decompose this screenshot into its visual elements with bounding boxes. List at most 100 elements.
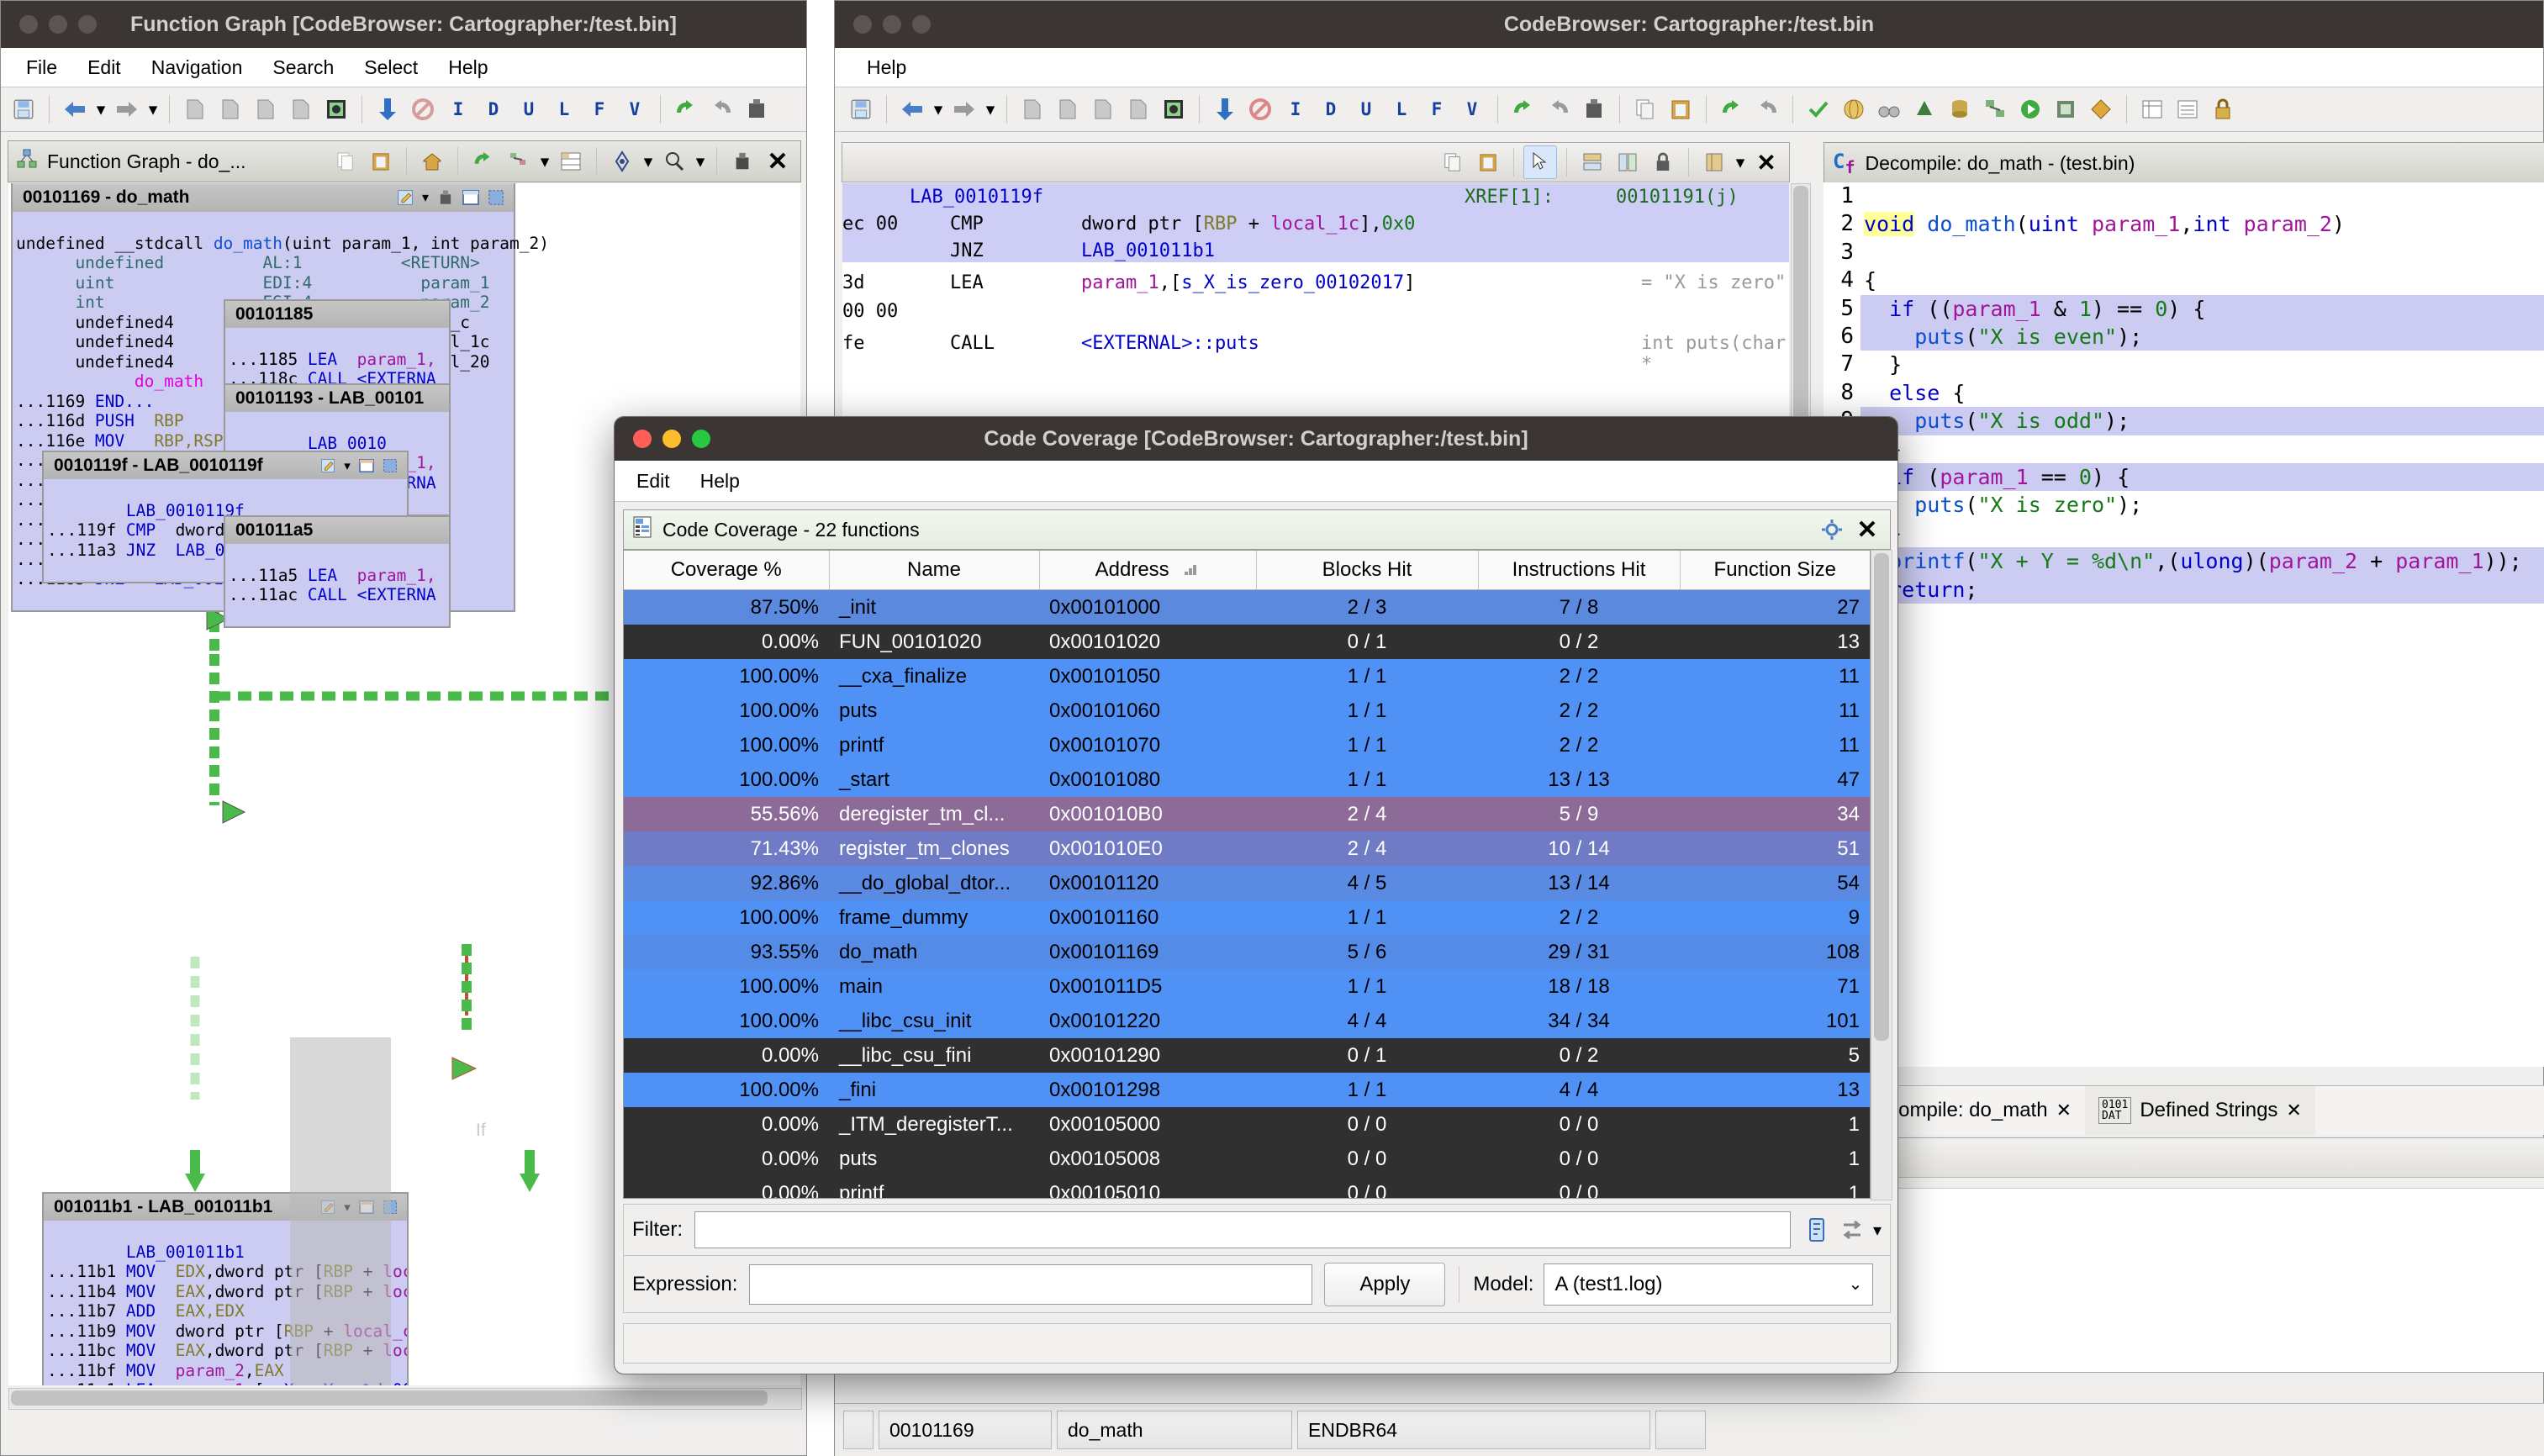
page-prev-icon[interactable]: [214, 93, 246, 125]
table-row[interactable]: 0.00% FUN_00101020 0x00101020 0 / 1 0 / 2 13: [624, 625, 1870, 659]
save-icon[interactable]: [845, 93, 877, 125]
graph-node-001011a5[interactable]: 001011a5 ...11a5 LEA param_1, ...11ac CA…: [224, 515, 451, 628]
decompile-line[interactable]: printf("X + Y = %d\n",(ulong)(param_2 + …: [1864, 547, 2522, 575]
copy-icon[interactable]: [1629, 93, 1661, 125]
graph-node-header[interactable]: 00101185: [225, 301, 449, 328]
db-icon[interactable]: [1944, 93, 1976, 125]
letter-l-icon[interactable]: L: [1385, 93, 1417, 125]
filter-input[interactable]: [694, 1211, 1791, 1248]
table-row[interactable]: 100.00% __libc_csu_init 0x00101220 4 / 4 34 …: [624, 1004, 1870, 1038]
decompile-line[interactable]: {: [1864, 266, 1876, 294]
redo-icon[interactable]: [705, 93, 737, 125]
minimize-button[interactable]: [662, 430, 681, 448]
diamond-icon[interactable]: [2085, 93, 2117, 125]
forward-arrow-icon[interactable]: [111, 93, 143, 125]
letter-f-icon[interactable]: F: [583, 93, 615, 125]
code-coverage-window-controls[interactable]: [633, 430, 710, 448]
save-icon[interactable]: [8, 93, 40, 125]
table-row[interactable]: 100.00% _start 0x00101080 1 / 1 13 / 13 47: [624, 762, 1870, 797]
scrollbar-thumb[interactable]: [1874, 553, 1889, 1041]
cursor-select-icon[interactable]: [1523, 145, 1557, 179]
table-row[interactable]: 0.00% puts 0x00105008 0 / 0 0 / 0 1: [624, 1142, 1870, 1176]
back-dropdown-icon[interactable]: ▾: [932, 93, 945, 125]
maximize-button[interactable]: [78, 15, 97, 34]
listing-lock-icon[interactable]: [1647, 146, 1679, 178]
menu-edit[interactable]: Edit: [72, 50, 136, 85]
page-last-icon[interactable]: [250, 93, 282, 125]
menu-navigation[interactable]: Navigation: [136, 50, 258, 85]
menu-help[interactable]: Help: [685, 463, 755, 499]
tab-close-icon[interactable]: ✕: [2286, 1100, 2301, 1121]
decompile-line[interactable]: if ((param_1 & 1) == 0) {: [1864, 295, 2205, 323]
snapshot-icon[interactable]: [320, 93, 352, 125]
minimize-button[interactable]: [883, 15, 901, 34]
column-header-instructions-hit[interactable]: Instructions Hit: [1478, 551, 1681, 590]
close-button[interactable]: [633, 430, 652, 448]
table-row[interactable]: 100.00% _fini 0x00101298 1 / 1 4 / 4 13: [624, 1073, 1870, 1107]
filter-dropdown-icon[interactable]: ▾: [1873, 1220, 1882, 1241]
copy-icon[interactable]: [330, 145, 362, 177]
table-row[interactable]: 0.00% printf 0x00105010 0 / 0 0 / 0 1: [624, 1176, 1870, 1198]
graph-node-header[interactable]: 00101169 - do_math ▾: [13, 183, 514, 212]
decompile-line[interactable]: }: [1864, 351, 1902, 378]
layout-dropdown-icon[interactable]: ▾: [538, 145, 552, 177]
code-coverage-titlebar[interactable]: Code Coverage [CodeBrowser: Cartographer…: [615, 417, 1897, 461]
table-row[interactable]: 100.00% __cxa_finalize 0x00101050 1 / 1 2 / …: [624, 659, 1870, 694]
column-header-function-size[interactable]: Function Size: [1680, 551, 1870, 590]
back-arrow-icon[interactable]: [59, 93, 91, 125]
gear-icon[interactable]: [1816, 514, 1848, 546]
function-graph-window-controls[interactable]: [19, 15, 97, 34]
letter-u-icon[interactable]: U: [1350, 93, 1382, 125]
menu-search[interactable]: Search: [257, 50, 349, 85]
decompile-line[interactable]: else {: [1864, 379, 1965, 407]
close-button[interactable]: [19, 15, 38, 34]
node-window-icon[interactable]: [356, 456, 377, 476]
satellite-icon[interactable]: [606, 145, 638, 177]
coverage-table-scrollbar[interactable]: [1871, 550, 1892, 1200]
diff-icon[interactable]: [1612, 146, 1644, 178]
refresh-icon[interactable]: [467, 145, 499, 177]
forward-dropdown-icon[interactable]: ▾: [146, 93, 160, 125]
table-row[interactable]: 100.00% printf 0x00101070 1 / 1 2 / 2 11: [624, 728, 1870, 762]
menu-help[interactable]: Help: [433, 50, 503, 85]
table-row[interactable]: 92.86% __do_global_dtor... 0x00101120 4 / 5…: [624, 866, 1870, 900]
table-row[interactable]: 0.00% _ITM_deregisterT... 0x00105000 0 / 0 0…: [624, 1107, 1870, 1142]
play-icon[interactable]: [2014, 93, 2046, 125]
listing-fields-icon[interactable]: [1698, 146, 1730, 178]
snapshot-icon[interactable]: [726, 145, 758, 177]
node-edit-icon[interactable]: [394, 187, 416, 208]
page-first-icon[interactable]: [1122, 93, 1154, 125]
column-header-blocks-hit[interactable]: Blocks Hit: [1256, 551, 1479, 590]
paste-icon[interactable]: [365, 145, 397, 177]
letter-d-icon[interactable]: D: [478, 93, 509, 125]
node-dropdown-icon[interactable]: ▾: [341, 456, 353, 476]
codebrowser-window-controls[interactable]: [853, 15, 931, 34]
graph-node-header[interactable]: 00101193 - LAB_00101: [225, 385, 449, 412]
listing-dropdown-icon[interactable]: ▾: [1734, 146, 1747, 178]
magnifier-dropdown-icon[interactable]: ▾: [694, 145, 707, 177]
maximize-button[interactable]: [692, 430, 710, 448]
close-icon[interactable]: ✕: [762, 145, 794, 177]
table-icon[interactable]: [2136, 93, 2168, 125]
down-arrow-icon[interactable]: [1209, 93, 1241, 125]
function-graph-titlebar[interactable]: Function Graph [CodeBrowser: Cartographe…: [1, 1, 806, 48]
node-edit-icon[interactable]: [318, 456, 338, 476]
column-header-name[interactable]: Name: [829, 551, 1040, 590]
letter-f-icon[interactable]: F: [1421, 93, 1453, 125]
archive-icon[interactable]: [741, 93, 773, 125]
page-first-icon[interactable]: [285, 93, 317, 125]
globe-icon[interactable]: [1838, 93, 1870, 125]
node-window-icon[interactable]: [460, 187, 482, 208]
filter-options-icon[interactable]: [1801, 1214, 1833, 1246]
undo-icon[interactable]: [670, 93, 702, 125]
menu-edit[interactable]: Edit: [621, 463, 685, 499]
page-next-icon[interactable]: [1016, 93, 1048, 125]
grid-icon[interactable]: [555, 145, 587, 177]
lock-icon[interactable]: [2207, 93, 2239, 125]
column-header-address[interactable]: Address: [1039, 551, 1257, 590]
table-row[interactable]: 100.00% puts 0x00101060 1 / 1 2 / 2 11: [624, 694, 1870, 728]
forward-arrow-icon[interactable]: [948, 93, 980, 125]
maximize-button[interactable]: [912, 15, 931, 34]
expression-input[interactable]: [749, 1263, 1313, 1305]
decompile-code[interactable]: 1 2 void do_math(uint param_1,int param_2)…: [1824, 182, 2544, 687]
